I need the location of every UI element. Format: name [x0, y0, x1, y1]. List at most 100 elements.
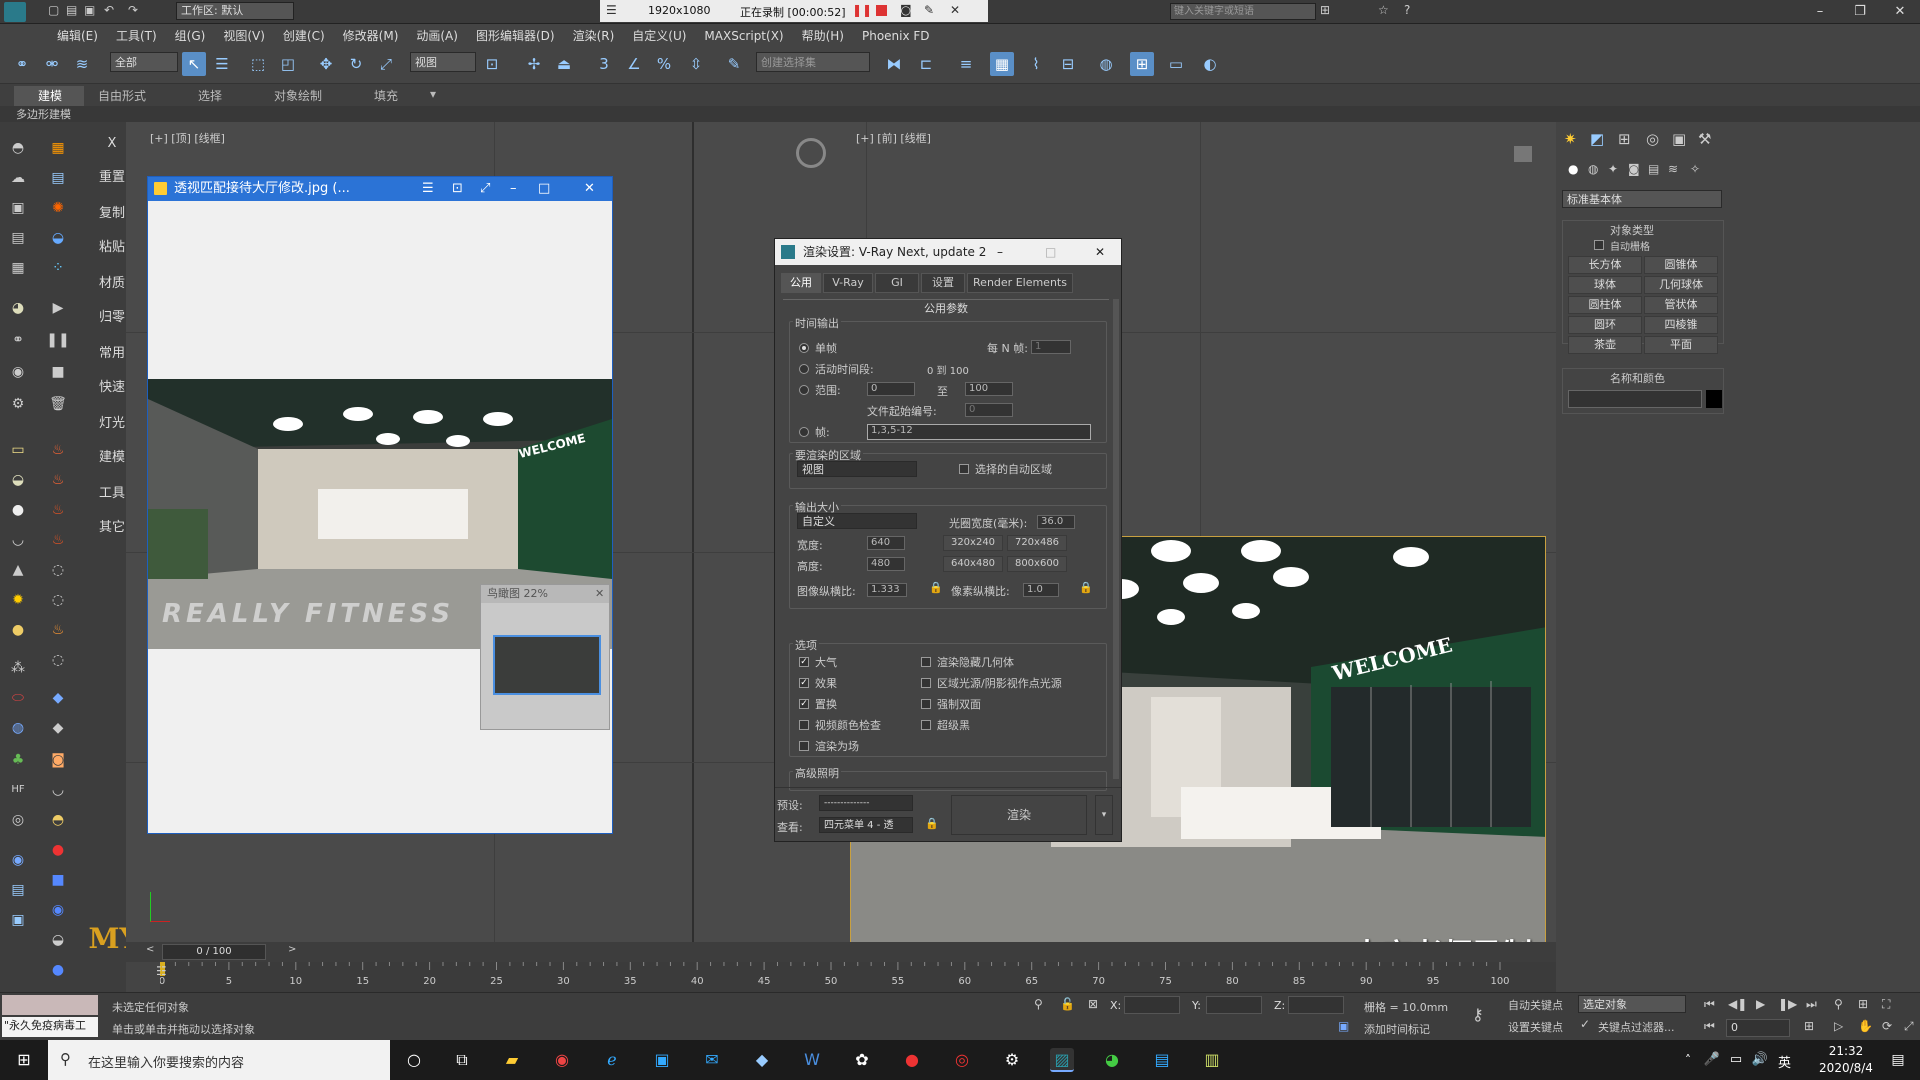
auto-key-button[interactable]: 自动关键点 [1508, 997, 1563, 1013]
field-of-view-icon[interactable]: ▷ [1834, 1019, 1843, 1033]
viewport-label-front[interactable]: [+] [前] [线框] [856, 130, 931, 146]
cone-icon[interactable]: ▲ [6, 558, 30, 582]
bowl-icon[interactable]: ◡ [6, 528, 30, 552]
frames-field[interactable]: 1,3,5-12 [867, 424, 1091, 440]
lamp-icon[interactable]: ◕ [6, 296, 30, 320]
add-time-tag-label[interactable]: 添加时间标记 [1364, 1021, 1430, 1037]
pixel-lock-icon[interactable]: 🔒 [1079, 581, 1093, 594]
displacement-checkbox[interactable]: ✓ [799, 699, 809, 709]
range-to-field[interactable]: 100 [965, 382, 1013, 396]
key-filter-icon[interactable]: ✓ [1580, 1017, 1590, 1031]
pivot-icon[interactable]: ⊡ [480, 52, 504, 76]
swirl-1-icon[interactable]: ◌ [46, 558, 70, 582]
utilities-tab-icon[interactable]: ⚒ [1698, 130, 1711, 148]
view-lock-icon[interactable]: 🔒 [925, 817, 939, 830]
layer-explorer-icon[interactable]: ≡ [954, 52, 978, 76]
prev-frame-icon[interactable]: ◀❚ [1728, 997, 1747, 1011]
clock-date[interactable]: 2020/8/4 [1816, 1061, 1876, 1075]
volume-icon[interactable]: 🔊 [1748, 1048, 1772, 1072]
absolute-mode-icon[interactable]: ⊠ [1088, 997, 1098, 1011]
water-icon[interactable]: ◒ [46, 226, 70, 250]
ribbon-tab-selection[interactable]: 选择 [198, 87, 222, 104]
label-material[interactable]: 材质 [98, 272, 126, 291]
settings-icon[interactable]: ⚙ [1000, 1048, 1024, 1072]
search-field[interactable]: 键入关键字或短语 [1170, 3, 1316, 20]
preset-720x486-button[interactable]: 720x486 [1007, 535, 1067, 551]
fire-icon[interactable]: ✺ [46, 196, 70, 220]
render-production-icon[interactable]: ◐ [1198, 52, 1222, 76]
menu-view[interactable]: 视图(V) [214, 24, 274, 47]
select-manipulate-icon[interactable]: ✢ [522, 52, 546, 76]
flame-3-icon[interactable]: ♨ [46, 498, 70, 522]
area-dropdown[interactable]: 视图 [797, 461, 917, 477]
cake-icon[interactable]: ◓ [46, 808, 70, 832]
box-orange-icon[interactable]: ▦ [46, 136, 70, 160]
systems-icon[interactable]: ✧ [1690, 162, 1700, 176]
spinner-snap-icon[interactable]: ⇳ [684, 52, 708, 76]
help-icon[interactable]: ? [1404, 3, 1410, 17]
width-field[interactable]: 640 [867, 536, 905, 550]
label-common[interactable]: 常用 [98, 342, 126, 361]
stop-tool-icon[interactable]: ■ [46, 360, 70, 384]
pause-icon[interactable]: ❚❚ [852, 3, 872, 17]
viewer-pin-icon[interactable]: ⊡ [452, 177, 463, 201]
create-tab-icon[interactable]: ✷ [1564, 130, 1577, 148]
ribbon-tab-freeform[interactable]: 自由形式 [98, 87, 146, 104]
pixel-aspect-field[interactable]: 1.0 [1023, 583, 1059, 597]
image-icon[interactable]: ▣ [6, 196, 30, 220]
particles-icon[interactable]: ⁂ [6, 656, 30, 680]
object-type-title[interactable]: 对象类型 [1610, 222, 1654, 238]
gears-icon[interactable]: ⚙ [6, 392, 30, 416]
quick-access-new-icon[interactable]: ▢ [48, 3, 59, 17]
common-params-header[interactable]: 公用参数 [783, 299, 1109, 315]
video-color-check-checkbox[interactable] [799, 720, 809, 730]
monitor-icon[interactable]: ▣ [6, 908, 30, 932]
reference-coordinate-dropdown[interactable]: 视图 [410, 52, 476, 72]
mirror-icon[interactable]: ⧓ [882, 52, 906, 76]
swirl-3-icon[interactable]: ◌ [46, 648, 70, 672]
redo-icon[interactable]: ↷ [128, 3, 138, 17]
viewer-minimize-icon[interactable]: – [510, 177, 517, 201]
edge-icon[interactable]: ℯ [600, 1048, 624, 1072]
schematic-view-icon[interactable]: ⊟ [1056, 52, 1080, 76]
menu-modifiers[interactable]: 修改器(M) [334, 24, 408, 47]
dome-2-icon[interactable]: ◒ [46, 928, 70, 952]
tab-gi[interactable]: GI [875, 273, 919, 293]
object-color-swatch[interactable] [1706, 390, 1722, 408]
time-prev-icon[interactable]: < [146, 944, 154, 955]
app-logo-icon[interactable] [4, 2, 26, 22]
flame-5-icon[interactable]: ♨ [46, 618, 70, 642]
render-button[interactable]: 渲染 [951, 795, 1087, 835]
track-bar[interactable]: 0 5 10 15 20 25 30 35 40 45 50 55 60 65 70 75 80 85 90 95 10… [159, 962, 1556, 992]
mail-icon[interactable]: ✉ [700, 1048, 724, 1072]
tool-blue-2-icon[interactable]: ◆ [46, 716, 70, 740]
view-dropdown[interactable]: 四元菜单 4 - 透 [819, 817, 913, 833]
z-field[interactable] [1288, 996, 1344, 1014]
lock-selection-icon[interactable]: 🔓 [1060, 997, 1075, 1011]
blue-ring-icon[interactable]: ◉ [46, 898, 70, 922]
ime-indicator[interactable]: 英 [1778, 1052, 1791, 1071]
menu-rendering[interactable]: 渲染(R) [564, 24, 624, 47]
window-icon[interactable]: ▭ [6, 438, 30, 462]
teapot-button[interactable]: 茶壶 [1568, 336, 1642, 354]
output-size-dropdown[interactable]: 自定义 [797, 513, 917, 529]
ribbon-tab-modeling[interactable]: 建模 [38, 87, 62, 104]
select-by-name-icon[interactable]: ☰ [210, 52, 234, 76]
object-name-field[interactable] [1568, 390, 1702, 408]
netease-icon[interactable]: ◎ [950, 1048, 974, 1072]
label-lights[interactable]: 灯光 [98, 412, 126, 431]
tab-common[interactable]: 公用 [781, 273, 821, 293]
geosphere-button[interactable]: 几何球体 [1644, 276, 1718, 294]
restore-icon[interactable]: ❐ [1840, 0, 1880, 24]
force-2sided-checkbox[interactable] [921, 699, 931, 709]
menu-edit[interactable]: 编辑(E) [48, 24, 107, 47]
edit-named-selection-icon[interactable]: ✎ [722, 52, 746, 76]
link-icon[interactable]: ⚭ [10, 52, 34, 76]
hierarchy-tab-icon[interactable]: ⊞ [1618, 130, 1631, 148]
label-tools[interactable]: 工具 [98, 482, 126, 501]
close-icon[interactable]: ✕ [1880, 0, 1920, 24]
menu-graph-editors[interactable]: 图形编辑器(D) [467, 24, 564, 47]
snaps-toggle-icon[interactable]: 3 [592, 52, 616, 76]
render-setup-dialog[interactable]: 渲染设置: V-Ray Next, update 2 – □ ✕ 公用 V-Ra… [774, 238, 1122, 842]
link-tool-icon[interactable]: ⚭ [6, 328, 30, 352]
